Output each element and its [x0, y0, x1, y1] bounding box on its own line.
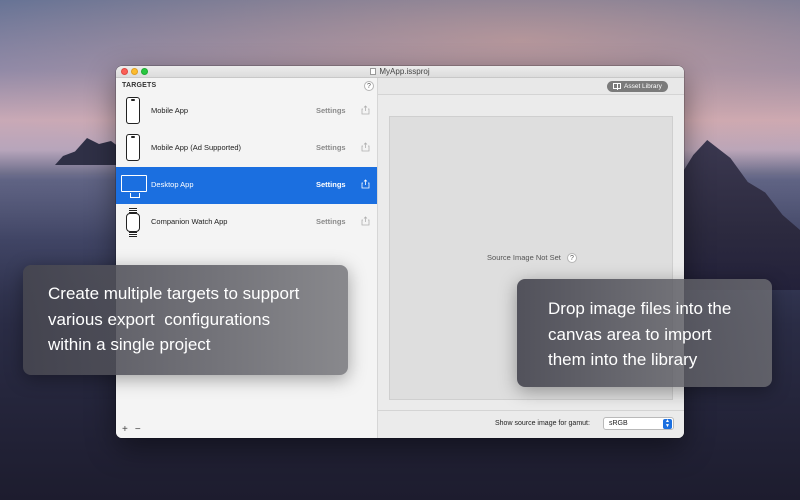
- targets-sidebar: TARGETS ? Mobile App Settings Mobile App…: [116, 78, 378, 438]
- sidebar-footer: + −: [122, 424, 148, 435]
- target-row-companion-watch-app[interactable]: Companion Watch App Settings: [116, 204, 377, 241]
- phone-icon: [126, 134, 140, 161]
- gamut-select[interactable]: sRGB ▲ ▼: [603, 417, 674, 430]
- wallpaper-island-right: [684, 140, 800, 290]
- gamut-select-value: sRGB: [609, 420, 628, 427]
- target-settings-button[interactable]: Settings: [316, 143, 346, 152]
- share-icon[interactable]: [361, 216, 370, 226]
- caption-line: Drop image files into the: [548, 299, 732, 318]
- phone-icon: [126, 97, 140, 124]
- asset-library-label: Asset Library: [624, 83, 662, 90]
- share-icon[interactable]: [361, 105, 370, 115]
- canvas-placeholder-text: Source Image Not Set: [487, 253, 561, 262]
- target-label: Desktop App: [151, 180, 194, 189]
- share-icon[interactable]: [361, 142, 370, 152]
- target-label: Mobile App (Ad Supported): [151, 143, 242, 152]
- monitor-icon: [121, 175, 147, 198]
- share-icon[interactable]: [361, 179, 370, 189]
- target-label: Companion Watch App: [151, 217, 228, 226]
- caption-drop-images: Drop image files into the canvas area to…: [517, 279, 772, 387]
- main-toolbar: Asset Library: [378, 78, 684, 95]
- target-row-desktop-app[interactable]: Desktop App Settings: [116, 167, 377, 204]
- caption-line: various export configurations: [48, 309, 271, 329]
- window-title: MyApp.issproj: [379, 67, 430, 76]
- gamut-label: Show source image for gamut:: [495, 420, 590, 427]
- document-icon: [370, 68, 377, 75]
- caption-line: them into the library: [548, 350, 698, 369]
- canvas-placeholder: Source Image Not Set ?: [390, 253, 674, 264]
- remove-target-button[interactable]: −: [135, 424, 141, 435]
- watch-icon: [126, 208, 140, 237]
- targets-header: TARGETS: [122, 82, 157, 89]
- asset-library-button[interactable]: Asset Library: [607, 81, 668, 92]
- target-label: Mobile App: [151, 106, 189, 115]
- add-target-button[interactable]: +: [122, 424, 128, 435]
- chevron-up-down-icon: ▲ ▼: [663, 419, 672, 429]
- window-title-container: MyApp.issproj: [116, 66, 684, 78]
- caption-targets: Create multiple targets to support vario…: [23, 265, 348, 375]
- book-icon: [613, 83, 621, 90]
- target-row-mobile-app[interactable]: Mobile App Settings: [116, 93, 377, 130]
- targets-help-button[interactable]: ?: [364, 81, 374, 91]
- caption-line: canvas area to import: [548, 324, 712, 344]
- main-footer: Show source image for gamut: sRGB ▲ ▼: [378, 410, 684, 438]
- target-settings-button[interactable]: Settings: [316, 217, 346, 226]
- caption-line: Create multiple targets to support: [48, 284, 300, 303]
- canvas-help-button[interactable]: ?: [566, 253, 577, 264]
- target-settings-button[interactable]: Settings: [316, 106, 346, 115]
- caption-line: within a single project: [48, 335, 211, 354]
- target-row-mobile-app-ad-supported[interactable]: Mobile App (Ad Supported) Settings: [116, 130, 377, 167]
- title-bar[interactable]: MyApp.issproj: [116, 66, 684, 78]
- target-settings-button[interactable]: Settings: [316, 180, 346, 189]
